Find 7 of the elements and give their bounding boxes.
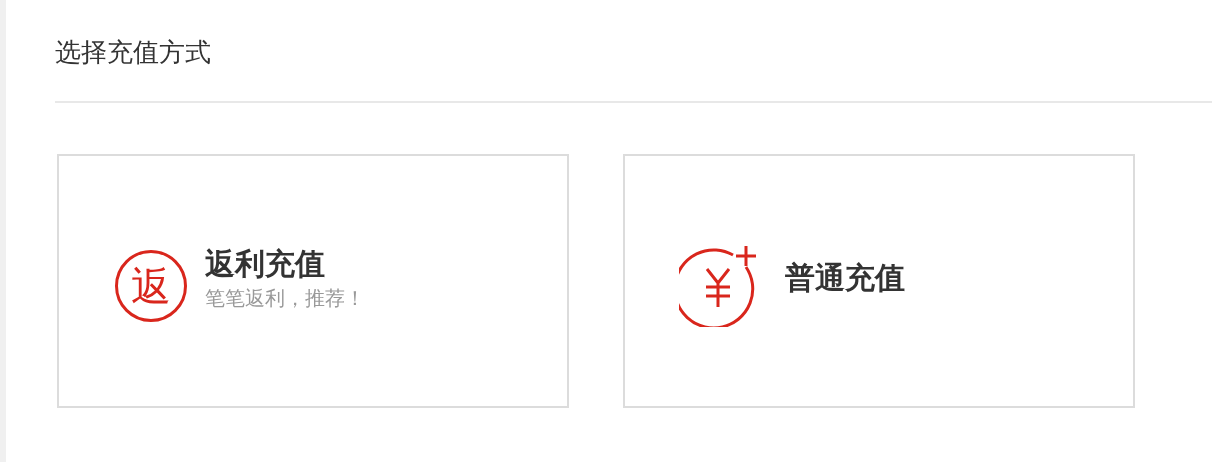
section-title: 选择充值方式 bbox=[55, 36, 211, 69]
option-title: 返利充值 bbox=[205, 246, 326, 282]
payment-option-card[interactable]: 返 返利充值 笔笔返利，推荐！ bbox=[57, 154, 569, 408]
rebate-badge-icon: 返 bbox=[115, 250, 187, 322]
option-subtitle: 笔笔返利，推荐！ bbox=[205, 286, 365, 310]
option-title: 普通充值 bbox=[785, 260, 905, 296]
payment-option-card[interactable]: 普通充值 bbox=[623, 154, 1135, 408]
